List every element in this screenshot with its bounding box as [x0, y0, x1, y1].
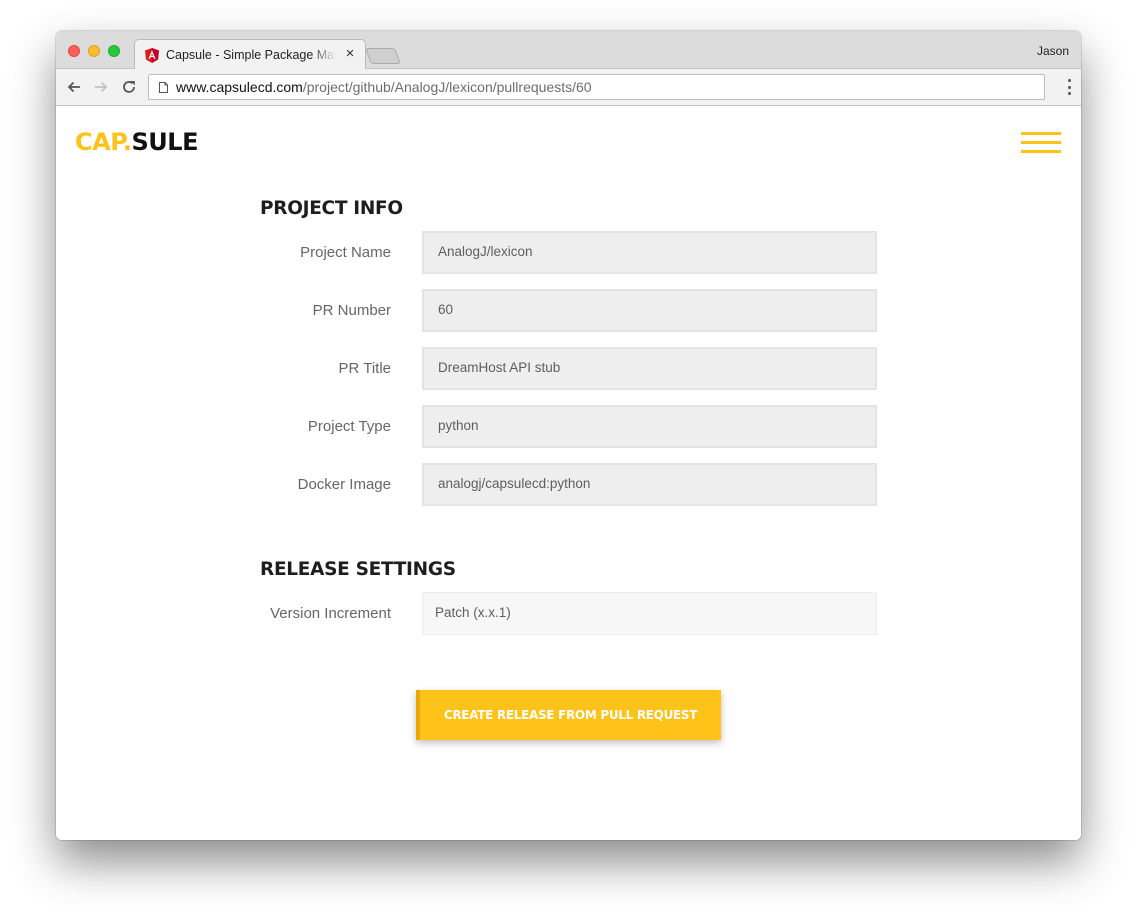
title-bar: Capsule - Simple Package Manager × Jason: [56, 31, 1081, 70]
tab-title: Capsule - Simple Package Manager: [166, 48, 336, 62]
page-icon: [159, 81, 168, 93]
forward-button[interactable]: [91, 77, 111, 97]
address-bar[interactable]: www.capsulecd.com/project/github/AnalogJ…: [148, 74, 1045, 100]
arrow-left-icon: [67, 81, 80, 93]
url-host: www.capsulecd.com: [176, 79, 303, 95]
browser-window: Capsule - Simple Package Manager × Jason: [56, 31, 1081, 840]
project-name-field: AnalogJ/lexicon: [422, 231, 877, 274]
project-type-field: python: [422, 405, 877, 448]
version-increment-select[interactable]: Patch (x.x.1): [422, 592, 877, 635]
release-settings-title: RELEASE SETTINGS: [260, 559, 456, 580]
window-close-button[interactable]: [68, 45, 80, 57]
pr-title-field: DreamHost API stub: [422, 347, 877, 390]
reload-icon: [123, 81, 135, 93]
more-vertical-icon[interactable]: [1067, 79, 1071, 95]
tab-close-icon[interactable]: ×: [343, 45, 357, 62]
logo-cap: CAP.: [75, 128, 132, 156]
project-name-label: Project Name: [300, 244, 391, 261]
reload-button[interactable]: [119, 77, 139, 97]
logo-sule: SULE: [131, 128, 199, 156]
project-type-label: Project Type: [307, 418, 391, 435]
url-path: /project/github/AnalogJ/lexicon/pullrequ…: [302, 79, 592, 95]
new-tab-button[interactable]: [365, 48, 401, 64]
back-button[interactable]: [64, 77, 84, 97]
profile-name[interactable]: Jason: [1037, 44, 1069, 58]
pr-number-label: PR Number: [312, 302, 391, 319]
window-maximize-button[interactable]: [108, 45, 120, 57]
angular-icon: [145, 47, 159, 63]
create-release-button[interactable]: CREATE RELEASE FROM PULL REQUEST: [416, 690, 721, 740]
browser-toolbar: www.capsulecd.com/project/github/AnalogJ…: [56, 69, 1081, 106]
docker-image-label: Docker Image: [297, 476, 391, 493]
pr-number-field: 60: [422, 289, 877, 332]
window-minimize-button[interactable]: [88, 45, 100, 57]
hamburger-icon[interactable]: [1021, 132, 1061, 153]
arrow-right-icon: [95, 81, 108, 93]
page-content: CAP.SULE PROJECT INFO Project Name Analo…: [56, 106, 1081, 840]
docker-image-field: analogj/capsulecd:python: [422, 463, 877, 506]
capsule-logo[interactable]: CAP.SULE: [75, 128, 198, 156]
pr-title-label: PR Title: [338, 360, 391, 377]
browser-tab[interactable]: Capsule - Simple Package Manager ×: [134, 39, 366, 70]
version-increment-label: Version Increment: [270, 605, 391, 622]
project-info-title: PROJECT INFO: [260, 198, 403, 219]
